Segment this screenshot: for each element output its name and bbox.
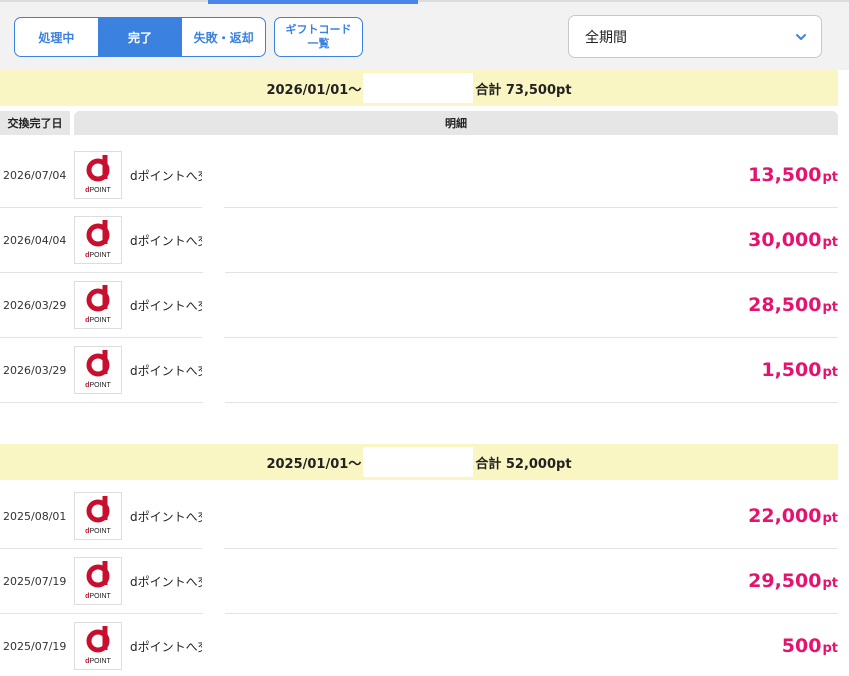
amount-unit: pt (822, 641, 838, 656)
exchange-date: 2026/03/29 (3, 363, 67, 377)
exchange-date: 2026/07/04 (3, 168, 67, 182)
exchange-date: 2025/07/19 (3, 639, 67, 653)
period-select-value: 全期間 (585, 29, 627, 46)
amount-unit: pt (822, 235, 838, 250)
row-divider (0, 402, 838, 403)
chevron-down-icon (796, 34, 806, 40)
period-total: 合計 73,500pt (475, 82, 572, 98)
transaction-row[interactable]: 2026/03/29 dPOINT dポイントへ交換 28,500pt (0, 273, 838, 338)
divider-gap (203, 397, 225, 409)
amount-unit: pt (822, 576, 838, 591)
gift-code-list-button[interactable]: ギフトコード 一覧 (274, 17, 363, 57)
svg-text:dPOINT: dPOINT (85, 528, 111, 535)
redacted-end-date (363, 73, 474, 103)
svg-text:dPOINT: dPOINT (85, 252, 111, 259)
logo-text: POINT (89, 593, 111, 600)
transaction-label: dポイントへ交換 (130, 363, 202, 378)
amount-value: 22,000 (748, 505, 822, 527)
status-segmented-control: 処理中 完了 失敗・返却 (14, 17, 266, 57)
dpoint-logo-icon: dPOINT (74, 151, 122, 199)
point-amount: 28,500 pt (748, 273, 838, 337)
dpoint-logo-icon: dPOINT (74, 492, 122, 540)
exchange-date: 2025/08/01 (3, 509, 67, 523)
amount-value: 29,500 (748, 570, 822, 592)
amount-unit: pt (822, 300, 838, 315)
tab-complete[interactable]: 完了 (97, 18, 182, 56)
top-divider (0, 0, 849, 2)
point-amount: 22,000 pt (748, 484, 838, 548)
transaction-row[interactable]: 2025/07/19 dPOINT dポイントへ交換 29,500pt (0, 549, 838, 614)
amount-value: 30,000 (748, 229, 822, 251)
transaction-label: dポイントへ交換 (130, 168, 202, 183)
active-tab-indicator (208, 0, 418, 4)
exchange-date: 2026/04/04 (3, 233, 67, 247)
transaction-label: dポイントへ交換 (130, 574, 202, 589)
period-select[interactable]: 全期間 (568, 15, 822, 58)
dpoint-logo-icon: dPOINT (74, 281, 122, 329)
exchange-date: 2025/07/19 (3, 574, 67, 588)
filter-bar: 処理中 完了 失敗・返却 ギフトコード 一覧 全期間 (0, 0, 849, 70)
amount-value: 1,500 (761, 359, 822, 381)
amount-unit: pt (822, 170, 838, 185)
period-start: 2025/01/01〜 (266, 456, 362, 472)
logo-text: POINT (89, 382, 111, 389)
transaction-row[interactable]: 2025/08/01 dPOINT dポイントへ交換 22,000pt (0, 484, 838, 549)
logo-text: POINT (89, 658, 111, 665)
point-amount: 29,500 pt (748, 549, 838, 613)
point-amount: 1,500 pt (761, 338, 838, 402)
transaction-row[interactable]: 2026/07/04 dPOINT dポイントへ交換 13,500pt (0, 143, 838, 208)
logo-text: POINT (89, 317, 111, 324)
exchange-date: 2026/03/29 (3, 298, 67, 312)
amount-unit: pt (822, 511, 838, 526)
amount-unit: pt (822, 365, 838, 380)
transaction-label: dポイントへ交換 (130, 509, 202, 524)
point-amount: 500 pt (782, 614, 838, 676)
dpoint-logo-icon: dPOINT (74, 622, 122, 670)
transaction-label: dポイントへ交換 (130, 639, 202, 654)
svg-text:dPOINT: dPOINT (85, 382, 111, 389)
period-start: 2026/01/01〜 (266, 82, 362, 98)
logo-text: POINT (89, 187, 111, 194)
transaction-row[interactable]: 2026/04/04 dPOINT dポイントへ交換 30,000pt (0, 208, 838, 273)
svg-text:dPOINT: dPOINT (85, 658, 111, 665)
period-summary-band: 2025/01/01〜 合計 52,000pt (0, 444, 838, 480)
column-header-date: 交換完了日 (0, 111, 70, 135)
period-total: 合計 52,000pt (475, 456, 572, 472)
svg-text:dPOINT: dPOINT (85, 593, 111, 600)
amount-value: 500 (781, 635, 822, 657)
point-amount: 30,000 pt (748, 208, 838, 272)
dpoint-logo-icon: dPOINT (74, 216, 122, 264)
transaction-label: dポイントへ交換 (130, 233, 202, 248)
dpoint-logo-icon: dPOINT (74, 557, 122, 605)
tab-processing[interactable]: 処理中 (15, 18, 98, 56)
amount-value: 28,500 (748, 294, 822, 316)
svg-text:dPOINT: dPOINT (85, 187, 111, 194)
column-header-detail: 明細 (74, 111, 838, 135)
amount-value: 13,500 (748, 164, 822, 186)
svg-text:dPOINT: dPOINT (85, 317, 111, 324)
period-summary-band: 2026/01/01〜 合計 73,500pt (0, 70, 838, 106)
redacted-end-date (363, 447, 474, 477)
logo-text: POINT (89, 252, 111, 259)
logo-text: POINT (89, 528, 111, 535)
transaction-row[interactable]: 2026/03/29 dPOINT dポイントへ交換 1,500pt (0, 338, 838, 403)
point-amount: 13,500 pt (748, 143, 838, 207)
transaction-label: dポイントへ交換 (130, 298, 202, 313)
dpoint-logo-icon: dPOINT (74, 346, 122, 394)
transaction-row[interactable]: 2025/07/19 dPOINT dポイントへ交換 500pt (0, 614, 838, 676)
tab-failed-returned[interactable]: 失敗・返却 (181, 18, 265, 56)
